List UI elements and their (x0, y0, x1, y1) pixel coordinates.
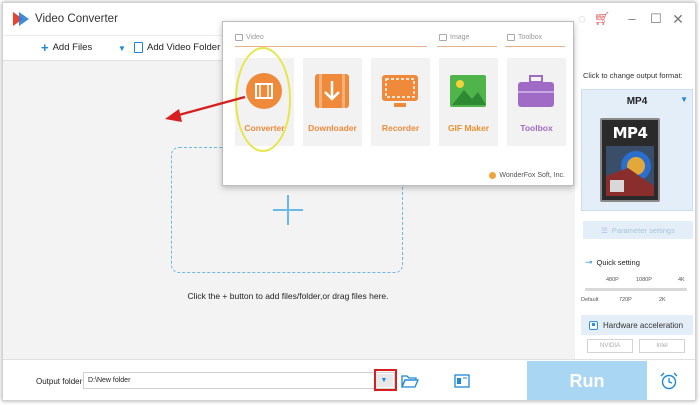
folder-file-icon (134, 42, 143, 53)
image-section-label: Image (450, 34, 470, 41)
parameter-settings-button[interactable]: ☰ Parameter settings (583, 221, 693, 239)
app-window: Video Converter ◌ 🛒︎ – ☐ ✕ + Add Files ▼… (2, 2, 696, 401)
gif-maker-label: GIF Maker (447, 123, 490, 133)
alarm-clock-icon[interactable] (660, 372, 678, 390)
quick-setting-text: Quick setting (596, 258, 640, 267)
add-plus-icon-vertical (287, 195, 289, 225)
popup-footer: WonderFox Soft, Inc. (489, 172, 565, 179)
mp4-card-label: MP4 (612, 124, 648, 142)
add-files-label: Add Files (52, 42, 93, 53)
tick-label-bottom: Default (581, 297, 599, 303)
add-files-button[interactable]: + Add Files (41, 39, 93, 55)
film-reel-icon (606, 146, 654, 196)
output-folder-path: D:\New folder (88, 377, 131, 384)
mp4-format-card: MP4 (600, 118, 660, 202)
output-settings-panel: Click to change output format: MP4 ▼ MP4… (575, 35, 695, 359)
recorder-tile[interactable]: Recorder (371, 58, 430, 146)
toolbox-section-header: Toolbox (507, 34, 542, 41)
gif-maker-icon (450, 75, 486, 107)
toolbox-section-divider (505, 46, 565, 47)
close-button[interactable]: ✕ (665, 9, 691, 29)
nvidia-badge: NVIDIA (587, 339, 633, 353)
download-icon (315, 74, 349, 108)
drop-hint-text: Click the + button to add files/folder,o… (187, 291, 389, 301)
quick-setting-icon: ⊸ (585, 257, 593, 267)
toolbox-label: Toolbox (520, 123, 553, 133)
format-dropdown-icon[interactable]: ▼ (680, 95, 688, 104)
minimize-button[interactable]: – (619, 9, 645, 29)
hardware-acceleration-label: Hardware acceleration (603, 320, 684, 330)
tick-label-bottom: 2K (659, 297, 666, 303)
nvidia-label: NVIDIA (599, 343, 620, 349)
toolbox-icon (518, 75, 554, 107)
tick-label-top: 4K (678, 277, 685, 283)
intel-label: Intel (656, 343, 668, 349)
image-section-header: Image (439, 34, 469, 41)
parameter-settings-label: Parameter settings (611, 225, 675, 235)
app-title: Video Converter (35, 13, 118, 25)
quick-setting-label: ⊸ Quick setting (585, 257, 640, 268)
add-video-folder-label: Add Video Folder (147, 42, 221, 53)
hardware-acceleration-toggle[interactable]: Hardware acceleration (581, 315, 693, 335)
tick-label-bottom: 720P (619, 297, 632, 303)
wonderfox-logo-icon (489, 172, 497, 179)
company-name: WonderFox Soft, Inc. (499, 172, 565, 179)
output-gallery-icon[interactable] (454, 373, 470, 388)
downloader-label: Downloader (308, 123, 357, 133)
toolbox-section-label: Toolbox (518, 34, 543, 41)
output-format-selector[interactable]: MP4 ▼ MP4 (581, 89, 693, 211)
plus-icon: + (41, 39, 49, 55)
hardware-acceleration-checkbox[interactable] (589, 320, 598, 330)
intel-badge: Intel (639, 339, 685, 353)
downloader-tile[interactable]: Downloader (303, 58, 362, 146)
annotation-arrow (165, 95, 246, 122)
video-section-label: Video (246, 34, 264, 41)
toolbox-tile[interactable]: Toolbox (507, 58, 566, 146)
app-logo-icon (13, 12, 29, 26)
bottom-bar: Output folder: D:\New folder ▼ Run (3, 359, 695, 400)
add-files-dropdown-icon[interactable]: ▼ (118, 44, 126, 53)
output-folder-label: Output folder: (36, 377, 85, 386)
tick-label-top: 480P (606, 277, 619, 283)
quality-slider[interactable] (585, 288, 687, 291)
tick-label-top: 1080P (636, 277, 652, 283)
gif-maker-tile[interactable]: GIF Maker (439, 58, 498, 146)
recorder-label: Recorder (381, 123, 420, 133)
output-format-caption: Click to change output format: (583, 71, 683, 80)
image-section-icon (439, 34, 447, 41)
image-section-divider (437, 46, 497, 47)
annotation-highlight-box (374, 369, 397, 391)
screen-recorder-icon (382, 75, 418, 107)
run-button[interactable]: Run (527, 361, 647, 400)
video-section-icon (235, 34, 243, 41)
add-video-folder-button[interactable]: Add Video Folder (134, 42, 220, 53)
settings-sliders-icon: ☰ (601, 225, 608, 235)
video-section-header: Video (235, 34, 264, 41)
output-folder-field[interactable]: D:\New folder ▼ (83, 372, 395, 389)
format-name: MP4 (626, 96, 648, 107)
folder-open-icon[interactable] (401, 374, 419, 388)
toolbox-section-icon (507, 34, 515, 41)
cart-icon[interactable]: 🛒︎ (589, 9, 615, 29)
